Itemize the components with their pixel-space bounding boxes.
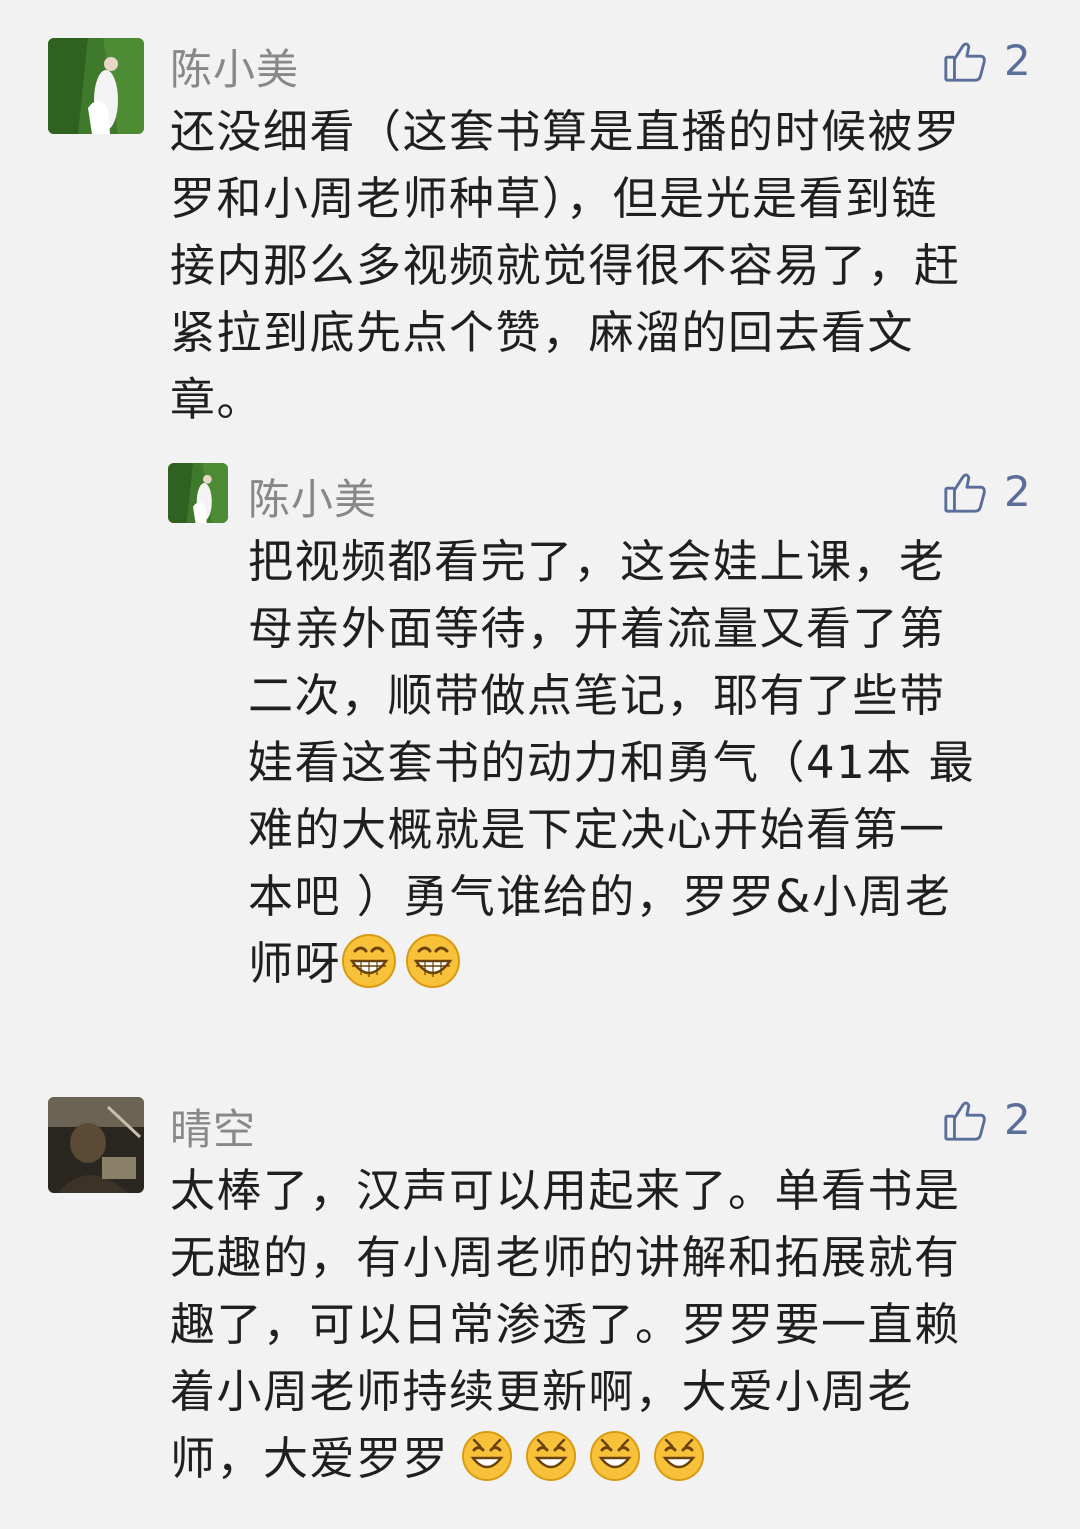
text-line: 把视频都看完了，这会娃上课，老 — [248, 535, 946, 588]
grin-emoji-icon — [405, 933, 461, 989]
text-line: 还没细看（这套书算是直播的时候被罗 — [170, 105, 961, 158]
text-line: 母亲外面等待，开着流量又看了第 — [248, 602, 946, 655]
smile-emoji-icon — [651, 1428, 707, 1484]
text-line: 接内那么多视频就觉得很不容易了，赶 — [170, 239, 961, 292]
avatar[interactable] — [48, 38, 144, 134]
text-line: 罗和小周老师种草），但是光是看到链 — [170, 172, 939, 225]
like-count: 2 — [1004, 36, 1031, 85]
text-line: 娃看这套书的动力和勇气（41本 最 — [248, 736, 976, 789]
text-line: 太棒了，汉声可以用起来了。单看书是 — [170, 1164, 961, 1217]
user-name[interactable]: 陈小美 — [170, 36, 299, 97]
avatar[interactable] — [168, 463, 228, 523]
text-line: 二次，顺带做点笔记，耶有了些带 — [248, 669, 946, 722]
user-name[interactable]: 陈小美 — [248, 466, 377, 527]
smile-emoji-icon — [459, 1428, 515, 1484]
text-line: 趣了，可以日常渗透了。罗罗要一直赖 — [170, 1298, 961, 1351]
like-count: 2 — [1004, 1095, 1031, 1144]
text-line: 无趣的，有小周老师的讲解和拓展就有 — [170, 1231, 961, 1284]
like-button[interactable]: 2 — [942, 1097, 1031, 1143]
thumbs-up-icon — [942, 38, 988, 84]
comment-text: 把视频都看完了，这会娃上课，老 母亲外面等待，开着流量又看了第 二次，顺带做点笔… — [248, 528, 1028, 997]
smile-emoji-icon — [523, 1428, 579, 1484]
comment-text: 还没细看（这套书算是直播的时候被罗 罗和小周老师种草），但是光是看到链 接内那么… — [170, 98, 1030, 433]
grin-emoji-icon — [341, 933, 397, 989]
text-fragment: 师，大爱罗罗 — [170, 1432, 450, 1485]
text-line: 紧拉到底先点个赞，麻溜的回去看文 — [170, 306, 915, 359]
smile-emoji-icon — [587, 1428, 643, 1484]
like-count: 2 — [1004, 467, 1031, 516]
text-line: 难的大概就是下定决心开始看第一 — [248, 803, 946, 856]
text-fragment: 师呀 — [248, 937, 342, 990]
text-line: 师呀 — [248, 930, 1028, 997]
like-button[interactable]: 2 — [942, 469, 1031, 515]
avatar[interactable] — [48, 1097, 144, 1193]
text-line: 着小周老师持续更新啊，大爱小周老 — [170, 1365, 915, 1418]
text-line: 师，大爱罗罗 — [170, 1425, 1030, 1492]
like-button[interactable]: 2 — [942, 38, 1031, 84]
user-name[interactable]: 晴空 — [170, 1096, 256, 1157]
text-line: 章。 — [170, 373, 264, 426]
thumbs-up-icon — [942, 1097, 988, 1143]
thumbs-up-icon — [942, 469, 988, 515]
text-line: 本吧 ）勇气谁给的，罗罗&小周老 — [248, 870, 952, 923]
comment-text: 太棒了，汉声可以用起来了。单看书是 无趣的，有小周老师的讲解和拓展就有 趣了，可… — [170, 1157, 1030, 1492]
